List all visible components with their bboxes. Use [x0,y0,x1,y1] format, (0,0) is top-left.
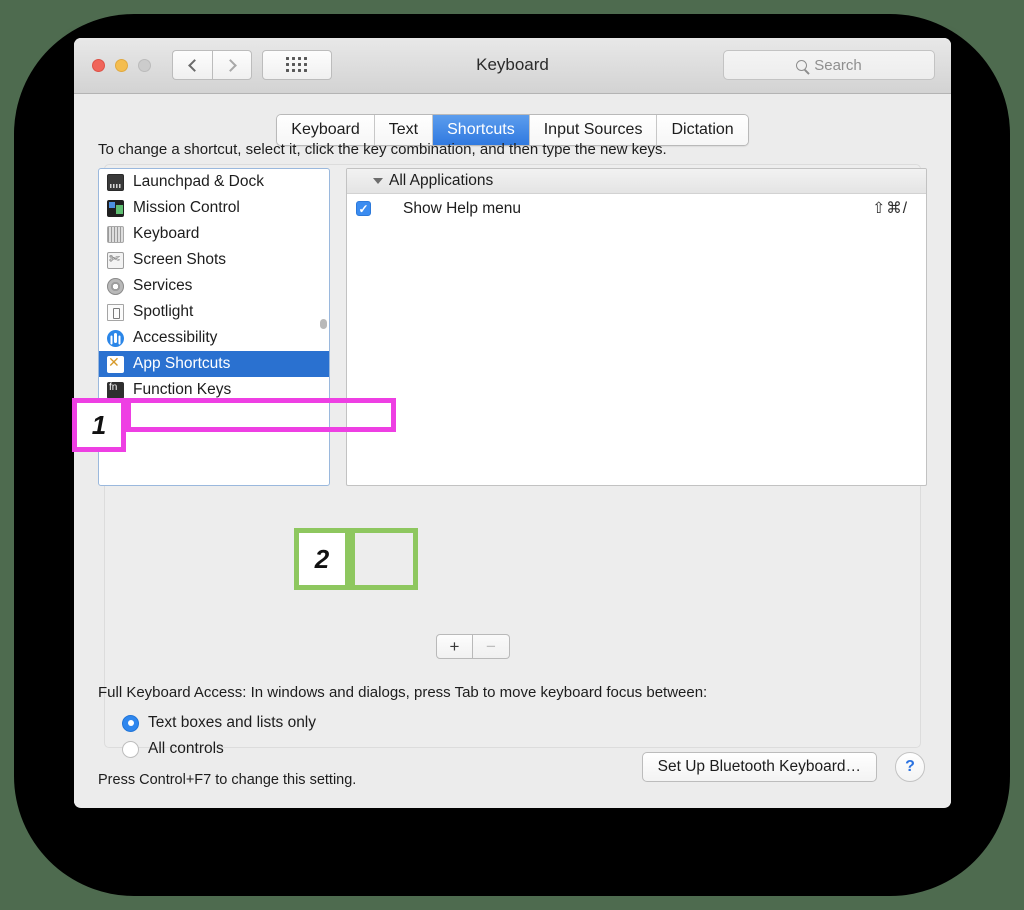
sidebar-scrollbar[interactable] [319,169,328,485]
radio-label: Text boxes and lists only [148,714,317,731]
sidebar-item-services[interactable]: Services [99,273,329,299]
tab-dictation[interactable]: Dictation [657,115,748,145]
radio-text-boxes-and-lists-only[interactable]: Text boxes and lists only [122,714,316,732]
shortcut-name: Show Help menu [403,199,522,217]
full-keyboard-access-note: Press Control+F7 to change this setting. [98,772,357,788]
sidebar-item-label: Function Keys [133,381,232,398]
keyboard-preferences-window: Keyboard Search Keyboard Text Shortcuts … [74,38,951,808]
sidebar-item-accessibility[interactable]: Accessibility [99,325,329,351]
radio-label: All controls [148,740,224,757]
group-label: All Applications [389,172,494,189]
add-remove-button-group: + − [436,634,510,659]
sidebar-item-mission-control[interactable]: Mission Control [99,195,329,221]
help-button[interactable]: ? [895,752,925,782]
sidebar-item-launchpad-dock[interactable]: Launchpad & Dock [99,169,329,195]
shortcut-table[interactable]: All Applications Show Help menu ⇧⌘/ [346,168,927,486]
sidebar-item-label: Mission Control [133,199,240,216]
keyboard-icon [107,225,124,243]
sidebar-item-app-shortcuts[interactable]: App Shortcuts [99,351,329,377]
full-keyboard-access-label: Full Keyboard Access: In windows and dia… [98,684,708,701]
accessibility-icon [107,329,124,347]
radio-all-controls[interactable]: All controls [122,740,224,758]
window-titlebar: Keyboard Search [74,38,951,94]
fn-key-icon [107,381,124,399]
sidebar-item-keyboard[interactable]: Keyboard [99,221,329,247]
mission-control-icon [107,199,124,217]
sidebar-item-label: App Shortcuts [133,355,231,372]
shortcut-category-list[interactable]: Launchpad & Dock Mission Control Keyboar… [98,168,330,486]
app-store-icon [107,355,124,373]
set-up-bluetooth-keyboard-button[interactable]: Set Up Bluetooth Keyboard… [641,752,877,782]
add-shortcut-button[interactable]: + [436,634,473,659]
search-placeholder: Search [814,56,862,74]
window-body: Keyboard Text Shortcuts Input Sources Di… [74,94,951,807]
radio-button[interactable] [122,714,139,732]
shortcut-checkbox[interactable] [356,201,371,216]
sidebar-item-screen-shots[interactable]: Screen Shots [99,247,329,273]
remove-shortcut-button[interactable]: − [473,634,510,659]
table-row[interactable]: Show Help menu ⇧⌘/ [347,194,926,223]
sidebar-item-label: Accessibility [133,329,218,346]
search-input[interactable]: Search [723,50,935,80]
search-icon [796,59,808,71]
table-group-header[interactable]: All Applications [347,169,926,194]
shortcut-keys[interactable]: ⇧⌘/ [872,199,908,218]
sidebar-item-label: Services [133,277,193,294]
chevron-down-icon[interactable] [373,178,383,184]
screen-shots-icon [107,251,124,269]
services-gear-icon [107,277,124,295]
launchpad-dock-icon [107,173,124,191]
spotlight-icon [107,303,124,321]
instruction-text: To change a shortcut, select it, click t… [98,141,667,158]
sidebar-item-function-keys[interactable]: Function Keys [99,377,329,403]
sidebar-item-label: Screen Shots [133,251,227,268]
sidebar-item-label: Launchpad & Dock [133,173,264,190]
sidebar-item-label: Spotlight [133,303,194,320]
sidebar-scrollbar-thumb[interactable] [320,319,327,329]
sidebar-item-spotlight[interactable]: Spotlight [99,299,329,325]
sidebar-item-label: Keyboard [133,225,200,242]
radio-button[interactable] [122,740,139,758]
